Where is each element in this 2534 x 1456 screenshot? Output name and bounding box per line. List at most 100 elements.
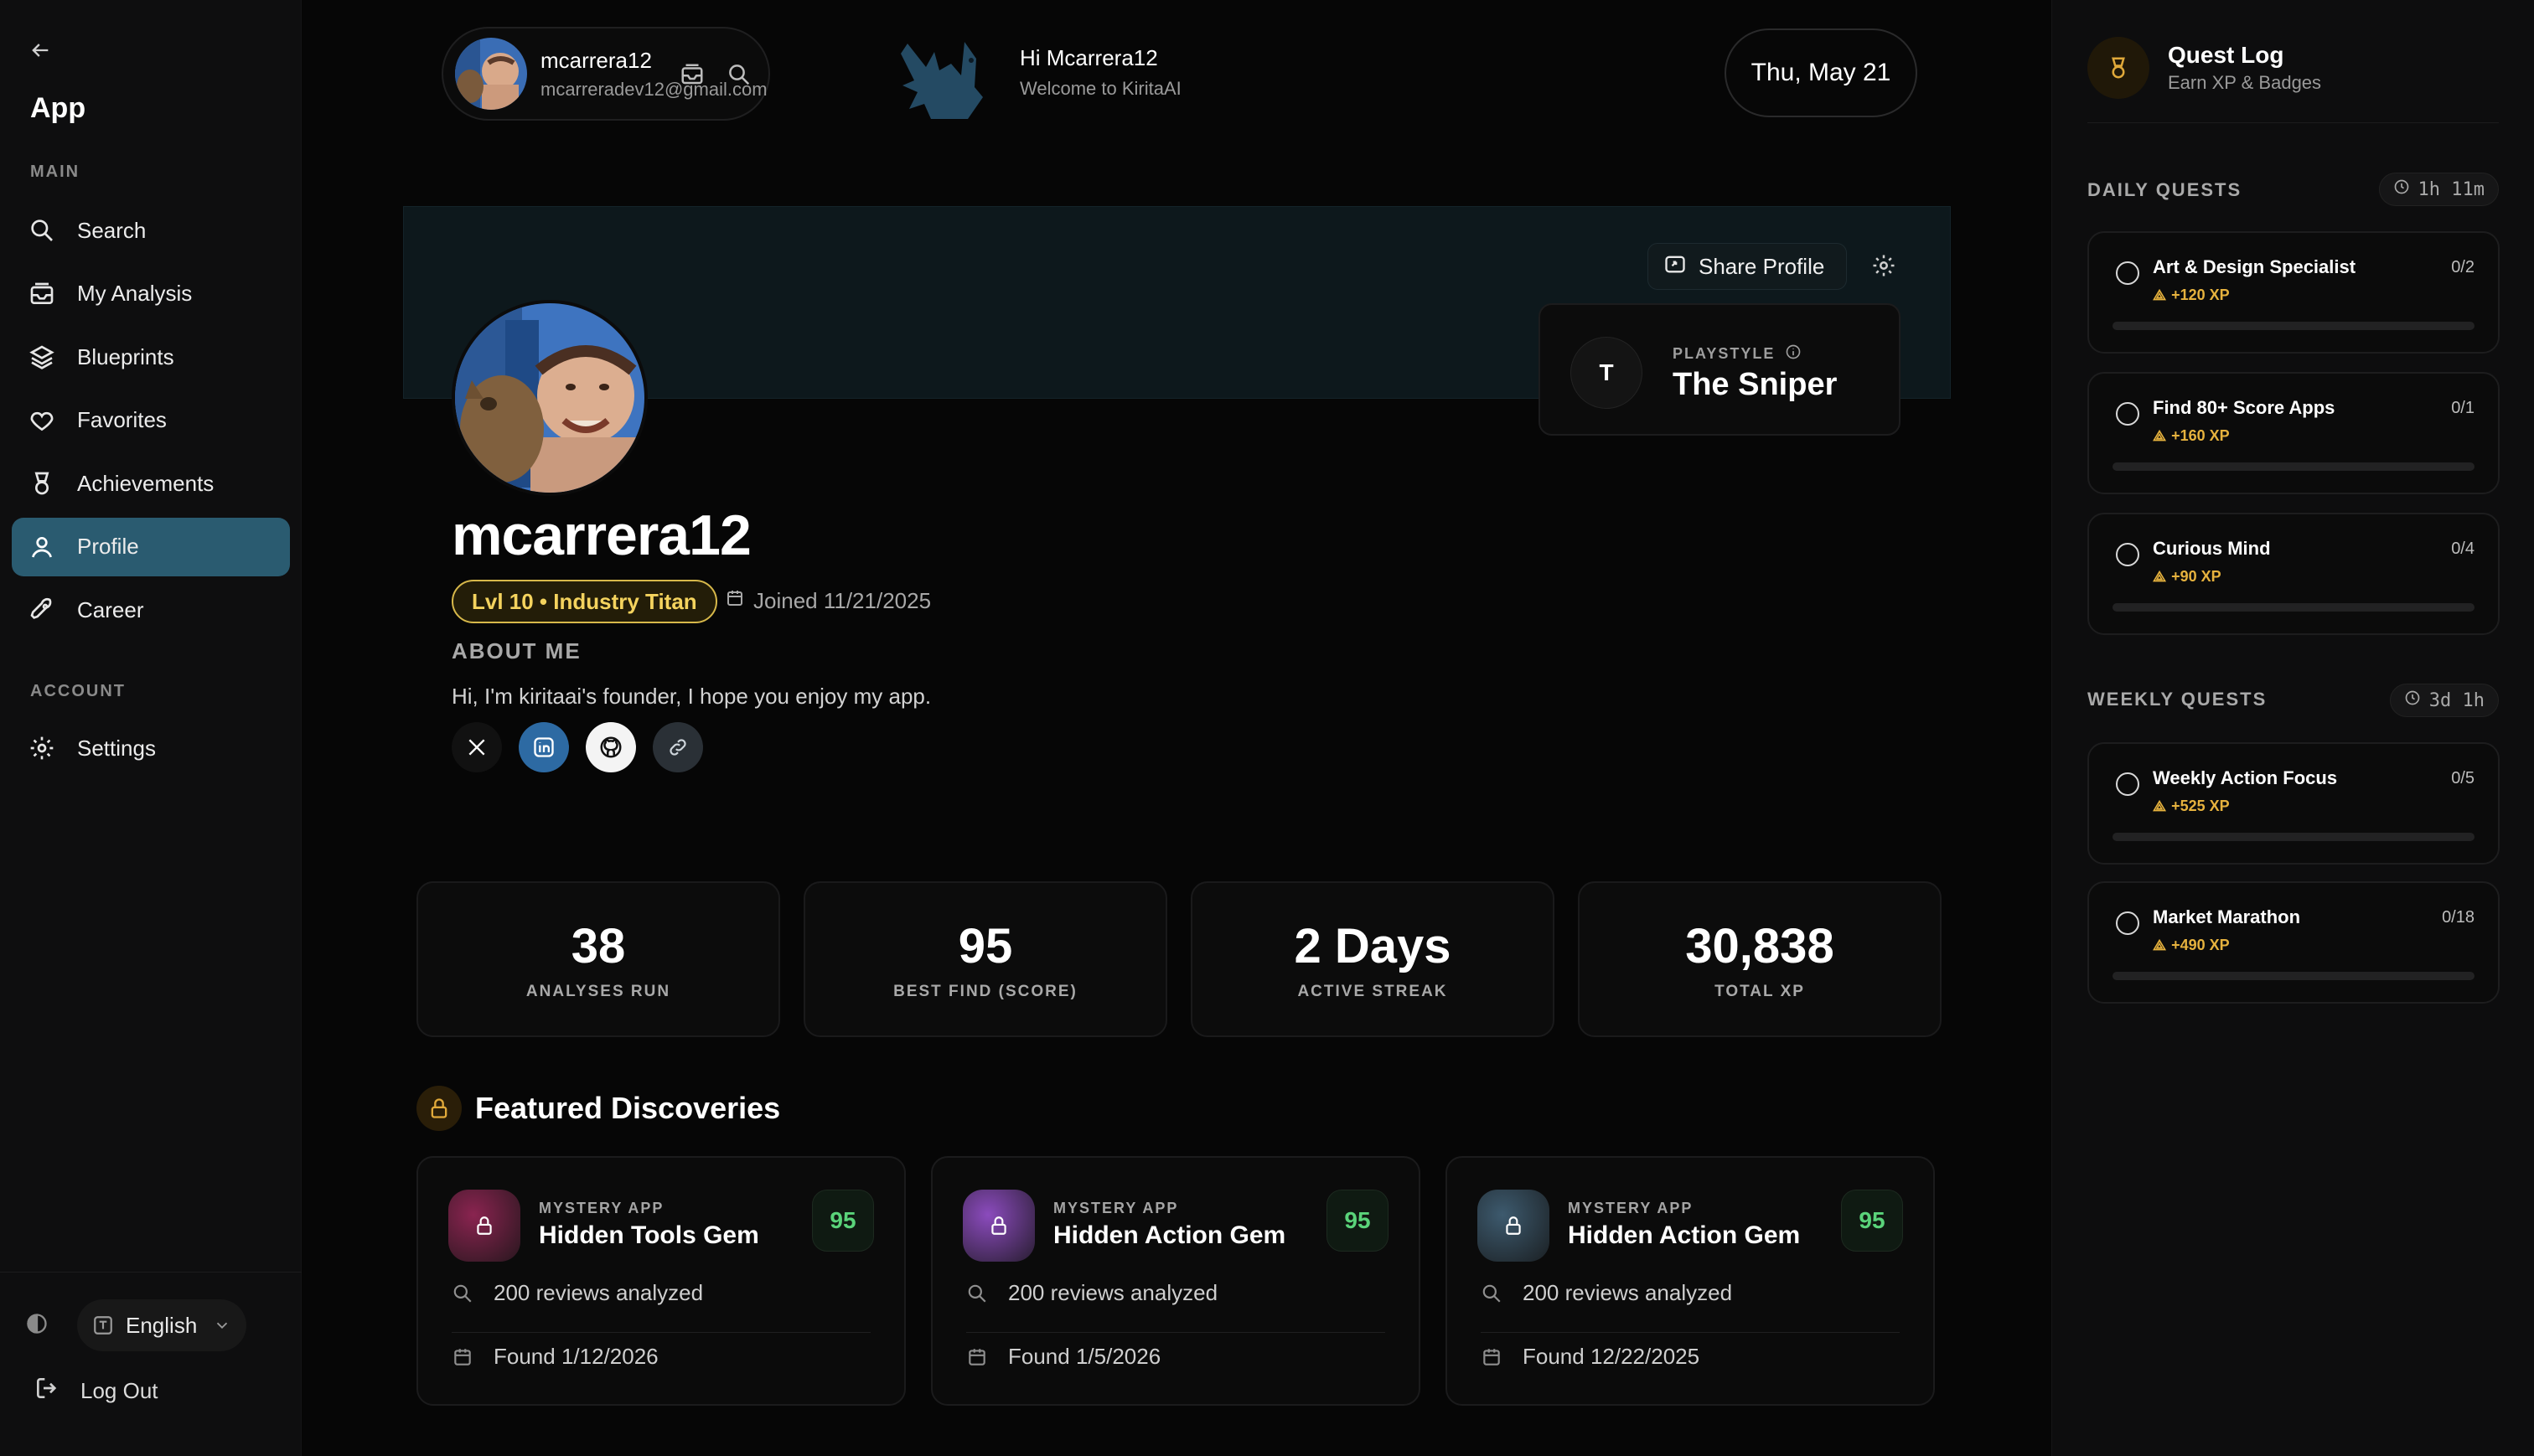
sidebar-item-label: Settings: [77, 735, 156, 761]
back-arrow-icon[interactable]: [23, 34, 57, 67]
x-twitter-icon[interactable]: [452, 722, 502, 772]
link-icon[interactable]: [653, 722, 703, 772]
quest-xp-text: +490 XP: [2171, 937, 2230, 953]
discovery-card[interactable]: MYSTERY APP Hidden Action Gem 95 200 rev…: [931, 1156, 1420, 1406]
quest-progress: 0/1: [2451, 399, 2475, 417]
quest-progress: 0/2: [2451, 258, 2475, 276]
quest-progress: 0/4: [2451, 540, 2475, 558]
quest-xp-text: +90 XP: [2171, 568, 2221, 585]
playstyle-label-row: PLAYSTYLE: [1673, 343, 1802, 364]
sidebar-item-label: Profile: [77, 534, 139, 559]
joined-date: Joined 11/21/2025: [725, 588, 931, 614]
sidebar-item-label: Career: [77, 596, 144, 622]
quest-name: Curious Mind: [2153, 538, 2271, 559]
sidebar-item-profile[interactable]: Profile: [12, 517, 290, 576]
found-text: Found 1/12/2026: [494, 1344, 659, 1369]
sidebar-item-career[interactable]: Career: [12, 581, 290, 639]
quest-log-title: Quest Log: [2168, 42, 2284, 68]
inbox-icon[interactable]: [680, 62, 705, 91]
main-content: mcarrera12 mcarreradev12@gmail.com Hi Mc…: [303, 0, 2051, 1456]
gear-icon[interactable]: [1871, 253, 1896, 282]
quest-status-circle: [2116, 402, 2139, 426]
sidebar-item-my-analysis[interactable]: My Analysis: [12, 265, 290, 323]
found-text: Found 1/5/2026: [1008, 1344, 1161, 1369]
discovery-card[interactable]: MYSTERY APP Hidden Tools Gem 95 200 revi…: [416, 1156, 906, 1406]
quest-card[interactable]: Weekly Action Focus 0/5 ⟁ +525 XP: [2087, 742, 2500, 865]
score-badge: 95: [1841, 1190, 1903, 1252]
reviews-row: 200 reviews analyzed: [1481, 1280, 1900, 1306]
discovery-card[interactable]: MYSTERY APP Hidden Action Gem 95 200 rev…: [1445, 1156, 1935, 1406]
daily-timer-text: 1h 11m: [2418, 178, 2485, 200]
info-icon[interactable]: [1785, 343, 1802, 364]
quest-name: Weekly Action Focus: [2153, 767, 2338, 788]
user-chip[interactable]: mcarrera12 mcarreradev12@gmail.com: [442, 27, 770, 121]
playstyle-initial: T: [1570, 337, 1642, 409]
daily-timer: 1h 11m: [2378, 173, 2499, 206]
theme-icon[interactable]: [25, 1312, 49, 1340]
dragon-mascot-logo: [894, 27, 995, 119]
logout-label: Log Out: [80, 1378, 158, 1403]
playstyle-label: PLAYSTYLE: [1673, 345, 1776, 362]
quest-xp-text: +525 XP: [2171, 798, 2230, 814]
sidebar-item-search[interactable]: Search: [12, 201, 290, 260]
found-text: Found 12/22/2025: [1523, 1344, 1700, 1369]
reviews-text: 200 reviews analyzed: [494, 1280, 704, 1305]
stat-label: TOTAL XP: [1714, 982, 1805, 1000]
profile-name: mcarrera12: [452, 503, 752, 567]
quest-card[interactable]: Market Marathon 0/18 ⟁ +490 XP: [2087, 881, 2500, 1004]
quest-card[interactable]: Art & Design Specialist 0/2 ⟁ +120 XP: [2087, 231, 2500, 354]
found-row: Found 1/12/2026: [452, 1344, 871, 1370]
sidebar: App MAIN Search My Analysis Blueprints F…: [0, 0, 302, 1456]
sidebar-item-settings[interactable]: Settings: [12, 719, 290, 777]
search-icon: [27, 215, 57, 245]
linkedin-icon[interactable]: [519, 722, 569, 772]
medal-icon: [27, 468, 57, 498]
stats-row: 38 ANALYSES RUN 95 BEST FIND (SCORE) 2 D…: [416, 881, 1942, 1037]
reviews-text: 200 reviews analyzed: [1008, 1280, 1218, 1305]
featured-discoveries-title: Featured Discoveries: [475, 1091, 781, 1125]
share-profile-button[interactable]: Share Profile: [1647, 243, 1847, 290]
topbar: mcarrera12 mcarreradev12@gmail.com Hi Mc…: [303, 0, 2051, 151]
search-icon[interactable]: [727, 62, 752, 91]
flame-icon: ⟁: [2153, 798, 2167, 814]
inbox-icon: [27, 279, 57, 309]
weekly-quests-heading: WEEKLY QUESTS: [2087, 689, 2268, 710]
quest-log-subtitle: Earn XP & Badges: [2168, 72, 2322, 93]
quest-card[interactable]: Find 80+ Score Apps 0/1 ⟁ +160 XP: [2087, 372, 2500, 494]
share-icon: [1663, 252, 1687, 281]
daily-quests-heading: DAILY QUESTS: [2087, 179, 2242, 200]
sidebar-item-blueprints[interactable]: Blueprints: [12, 328, 290, 386]
search-icon: [452, 1283, 477, 1304]
main-section-label: MAIN: [30, 163, 80, 181]
weekly-timer-text: 3d 1h: [2428, 689, 2485, 711]
lock-icon: [1477, 1190, 1549, 1262]
logout-button[interactable]: Log Out: [34, 1375, 158, 1407]
sidebar-item-achievements[interactable]: Achievements: [12, 454, 290, 513]
clock-icon: [2404, 689, 2421, 711]
stat-card: 95 BEST FIND (SCORE): [804, 881, 1167, 1037]
language-label: English: [126, 1312, 198, 1338]
flame-icon: ⟁: [2153, 937, 2167, 953]
sidebar-footer: English Log Out: [0, 1272, 302, 1456]
card-title: Hidden Tools Gem: [539, 1221, 759, 1249]
layers-icon: [27, 342, 57, 372]
reviews-row: 200 reviews analyzed: [452, 1280, 871, 1306]
github-icon[interactable]: [586, 722, 636, 772]
stat-card: 30,838 TOTAL XP: [1578, 881, 1942, 1037]
quest-card[interactable]: Curious Mind 0/4 ⟁ +90 XP: [2087, 513, 2500, 635]
quest-status-circle: [2116, 772, 2139, 796]
divider: [2087, 122, 2499, 123]
card-kicker: MYSTERY APP: [539, 1200, 665, 1216]
calendar-icon: [1481, 1346, 1506, 1368]
sidebar-item-favorites[interactable]: Favorites: [12, 391, 290, 450]
found-row: Found 1/5/2026: [966, 1344, 1385, 1370]
card-kicker: MYSTERY APP: [1053, 1200, 1179, 1216]
quest-progress-bar: [2113, 462, 2475, 471]
quest-progress: 0/5: [2451, 769, 2475, 787]
quest-xp: ⟁ +160 XP: [2153, 427, 2230, 445]
language-select[interactable]: English: [77, 1299, 246, 1351]
greeting-title: Hi Mcarrera12: [1020, 45, 1158, 70]
divider: [966, 1332, 1385, 1333]
social-links: [452, 722, 703, 772]
stat-card: 38 ANALYSES RUN: [416, 881, 780, 1037]
